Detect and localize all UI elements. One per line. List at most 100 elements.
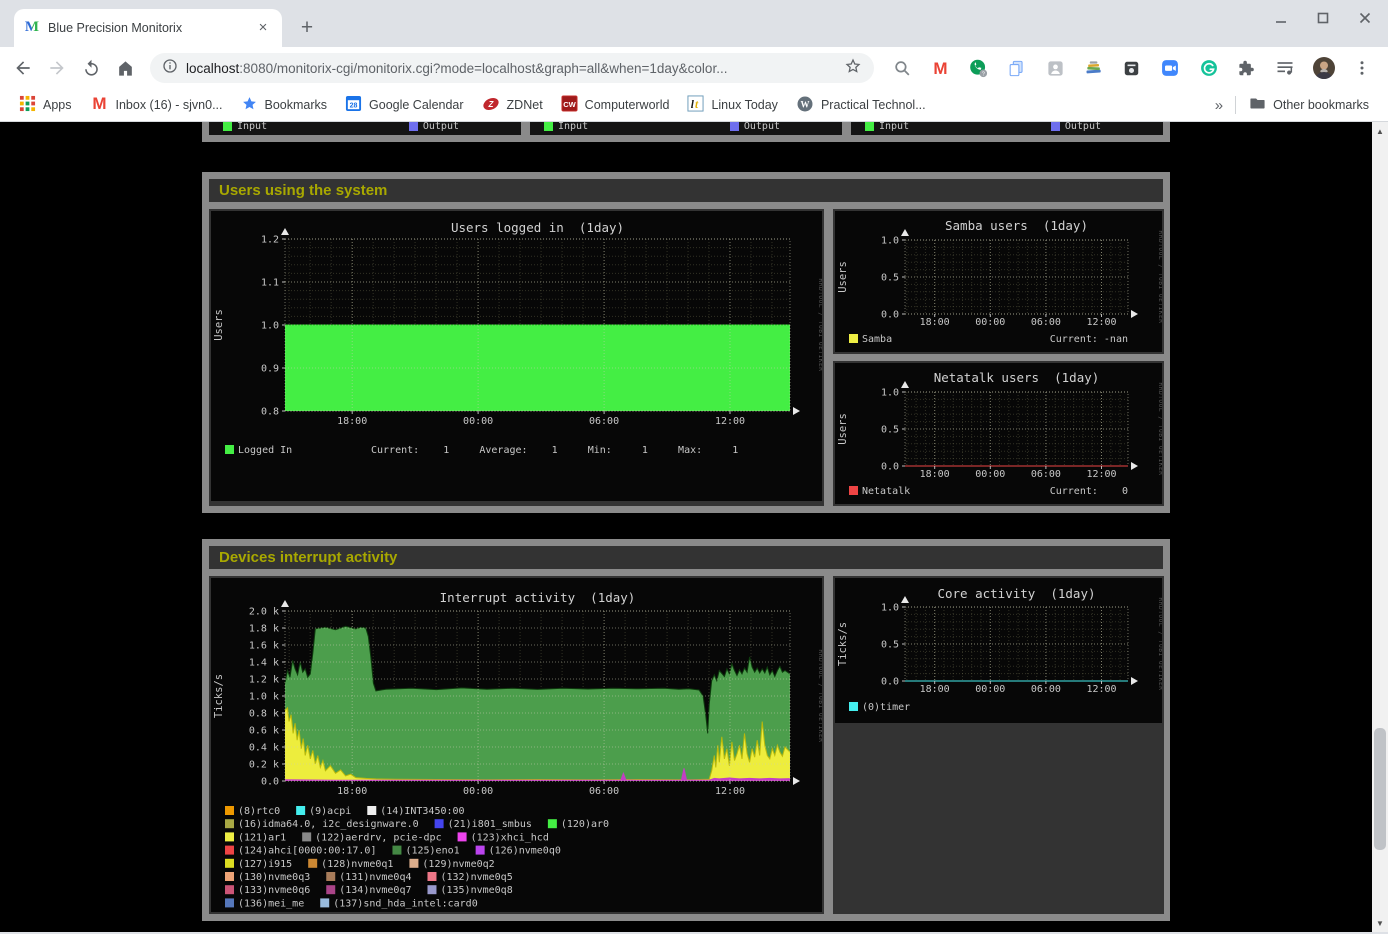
window-maximize-button[interactable] [1316,11,1330,25]
svg-text:1.0: 1.0 [881,603,899,614]
svg-text:(127)i915: (127)i915 [238,859,292,870]
bookmarks-overflow-button[interactable]: » [1207,97,1231,114]
bookmark-bookmarks[interactable]: Bookmarks [232,92,337,118]
output-legend-swatch [1051,122,1060,131]
output-legend-label: Output [423,122,459,132]
input-legend-swatch [544,122,553,131]
window-minimize-button[interactable] [1274,11,1288,25]
network-graph-partial[interactable]: Input Output [209,122,521,135]
browser-tab[interactable]: M Blue Precision Monitorix × [14,9,282,47]
svg-text:06:00: 06:00 [589,416,619,427]
page-info-icon[interactable] [162,58,178,79]
svg-text:(133)nvme0q6: (133)nvme0q6 [238,885,310,896]
back-button[interactable] [6,51,40,85]
cw-icon: CW [561,95,578,115]
vertical-scrollbar[interactable]: ▲ ▼ [1372,122,1388,932]
svg-text:12:00: 12:00 [1086,469,1116,480]
svg-text:0.6 k: 0.6 k [249,726,279,737]
scroll-up-arrow[interactable]: ▲ [1372,124,1388,138]
svg-text:Ticks/s: Ticks/s [837,622,849,666]
extensions-puzzle-icon[interactable] [1231,52,1263,84]
svg-text:Logged In: Logged In [238,445,292,456]
bookmark-google-calendar[interactable]: 28Google Calendar [336,92,473,118]
svg-text:1.0: 1.0 [881,388,899,399]
window-controls [1274,11,1372,25]
svg-text:RRDTOOL / TOBI OETIKER: RRDTOOL / TOBI OETIKER [817,279,822,372]
apps-icon [19,95,36,115]
bookmark-inbox-16-sjvn0[interactable]: MInbox (16) - sjvn0... [81,91,232,119]
chart-netatalk-users[interactable]: 0.00.51.018:0000:0006:0012:00Netatalk us… [835,363,1162,504]
chart-core-activity[interactable]: 0.00.51.018:0000:0006:0012:00Core activi… [835,578,1162,723]
svg-text:Users: Users [213,309,225,341]
new-tab-button[interactable]: + [292,13,322,43]
media-queue-icon[interactable] [1269,52,1301,84]
svg-text:1.0: 1.0 [261,321,279,332]
url-text[interactable]: localhost:8080/monitorix-cgi/monitorix.c… [186,61,836,76]
bookmark-zdnet[interactable]: ZZDNet [473,92,552,119]
chrome-menu-icon[interactable] [1346,52,1378,84]
bookmark-computerworld[interactable]: CWComputerworld [552,92,679,118]
monitorix-page: Input Output Input Output Input Output [0,122,1372,932]
svg-text:0.8 k: 0.8 k [249,709,279,720]
svg-text:1.2: 1.2 [261,235,279,246]
network-graph-partial[interactable]: Input Output [530,122,842,135]
graph-cell: 0.00.51.018:0000:0006:0012:00Samba users… [833,209,1164,354]
scroll-down-arrow[interactable]: ▼ [1372,916,1388,930]
svg-text:(0)timer: (0)timer [862,702,910,713]
tab-title: Blue Precision Monitorix [48,21,246,35]
privacy-extension-icon[interactable] [1039,52,1071,84]
output-legend-swatch [409,122,418,131]
bookmark-star-icon[interactable] [844,57,862,80]
nav-buttons [6,51,142,85]
svg-text:1.6 k: 1.6 k [249,641,279,652]
chart-users-logged-in[interactable]: 0.80.91.01.11.218:0000:0006:0012:00Users… [211,211,822,501]
svg-text:(136)mei_me: (136)mei_me [238,898,304,909]
google-voice-extension-icon[interactable]: ? [963,52,995,84]
svg-text:0.0: 0.0 [881,462,899,473]
svg-text:(121)ar1: (121)ar1 [238,832,286,843]
svg-text:00:00: 00:00 [975,684,1005,695]
search-extension-icon[interactable] [886,52,918,84]
network-graph-partial[interactable]: Input Output [851,122,1163,135]
svg-text:Current: 1 Average:: Current: 1 Average: 1 Min: 1 Max: 1 [371,445,738,456]
bookmark-apps[interactable]: Apps [10,92,81,118]
gmail-extension-icon[interactable]: M [924,52,956,84]
profile-avatar-icon[interactable] [1308,52,1340,84]
bookmark-practical-technol[interactable]: WPractical Technol... [787,92,935,119]
folder-icon [1249,95,1266,115]
rrd-graph-svg: 0.00.51.018:0000:0006:0012:00Netatalk us… [835,363,1162,504]
other-bookmarks-button[interactable]: Other bookmarks [1240,92,1378,118]
library-extension-icon[interactable] [1078,52,1110,84]
svg-text:RRDTOOL / TOBI OETIKER: RRDTOOL / TOBI OETIKER [1157,231,1162,324]
graph-cell: 0.00.51.018:0000:0006:0012:00Core activi… [833,576,1164,914]
chart-interrupt-activity[interactable]: 0.00.2 k0.4 k0.6 k0.8 k1.0 k1.2 k1.4 k1.… [211,578,822,912]
chart-samba-users[interactable]: 0.00.51.018:0000:0006:0012:00Samba users… [835,211,1162,352]
input-legend-swatch [223,122,232,131]
browser-toolbar: localhost:8080/monitorix-cgi/monitorix.c… [0,47,1388,89]
grammarly-extension-icon[interactable] [1193,52,1225,84]
svg-text:RRDTOOL / TOBI OETIKER: RRDTOOL / TOBI OETIKER [1157,598,1162,691]
tab-close-icon[interactable]: × [254,19,272,37]
scrollbar-thumb[interactable] [1374,728,1386,850]
home-button[interactable] [108,51,142,85]
svg-text:00:00: 00:00 [463,416,493,427]
url-bar[interactable]: localhost:8080/monitorix-cgi/monitorix.c… [150,53,874,83]
bookmark-linux-today[interactable]: ltLinux Today [678,92,787,118]
svg-text:(126)nvme0q0: (126)nvme0q0 [489,846,561,857]
svg-text:1.4 k: 1.4 k [249,658,279,669]
reader-extension-icon[interactable] [1116,52,1148,84]
output-legend-label: Output [1065,122,1101,132]
reload-button[interactable] [74,51,108,85]
svg-text:18:00: 18:00 [920,469,950,480]
rrd-graph-svg: 0.80.91.01.11.218:0000:0006:0012:00Users… [211,211,822,501]
svg-text:RRDTOOL / TOBI OETIKER: RRDTOOL / TOBI OETIKER [817,650,822,743]
window-close-button[interactable] [1358,11,1372,25]
svg-text:0.0: 0.0 [881,677,899,688]
svg-text:M: M [933,59,947,78]
clipboard-extension-icon[interactable] [1001,52,1033,84]
output-legend-swatch [730,122,739,131]
svg-text:(130)nvme0q3: (130)nvme0q3 [238,872,310,883]
svg-text:(129)nvme0q2: (129)nvme0q2 [422,859,494,870]
rrd-graph-svg: 0.00.51.018:0000:0006:0012:00Samba users… [835,211,1162,352]
zoom-extension-icon[interactable] [1154,52,1186,84]
